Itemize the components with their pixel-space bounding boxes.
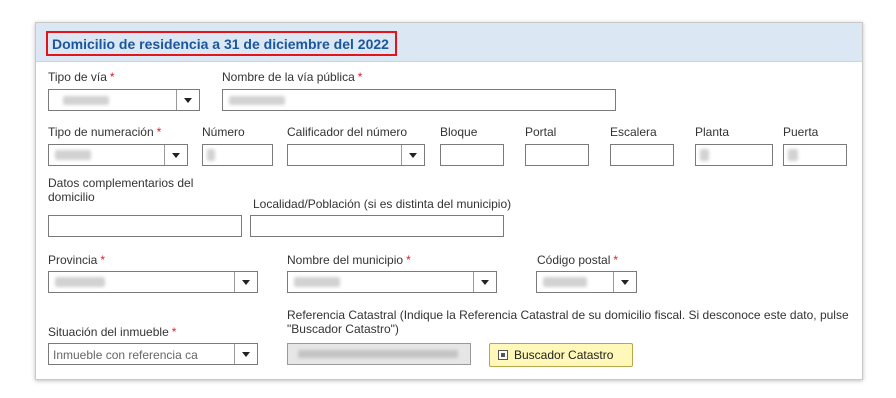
calificador-label: Calificador del número xyxy=(287,125,408,139)
datos-complementarios-input[interactable] xyxy=(48,215,242,237)
situacion-value: Inmueble con referencia ca xyxy=(53,348,198,362)
numero-input[interactable] xyxy=(202,144,273,166)
redacted-value xyxy=(63,96,109,105)
chevron-down-icon[interactable] xyxy=(234,344,257,364)
chevron-down-icon[interactable] xyxy=(176,90,199,110)
tipo-numeracion-label: Tipo de numeración * xyxy=(48,125,162,139)
redacted-value xyxy=(700,149,709,161)
localidad-label: Localidad/Población (si es distinta del … xyxy=(253,197,512,211)
escalera-input[interactable] xyxy=(610,144,674,166)
address-form-panel: Domicilio de residencia a 31 de diciembr… xyxy=(35,22,863,380)
tipo-via-label: Tipo de vía * xyxy=(48,70,115,84)
chevron-down-icon[interactable] xyxy=(473,272,496,292)
municipio-select[interactable] xyxy=(287,271,497,293)
situacion-label: Situación del inmueble * xyxy=(48,325,177,339)
redacted-value xyxy=(55,277,105,287)
planta-label: Planta xyxy=(695,125,730,139)
chevron-down-icon[interactable] xyxy=(164,145,187,165)
provincia-select[interactable] xyxy=(48,271,258,293)
codigo-postal-select[interactable] xyxy=(536,271,637,293)
section-title-highlight: Domicilio de residencia a 31 de diciembr… xyxy=(46,31,397,56)
escalera-label: Escalera xyxy=(610,125,657,139)
buscador-catastro-button[interactable]: Buscador Catastro xyxy=(489,343,633,367)
municipio-label: Nombre del municipio * xyxy=(287,253,411,267)
chevron-down-icon[interactable] xyxy=(401,145,424,165)
buscador-catastro-label: Buscador Catastro xyxy=(514,348,614,362)
planta-input[interactable] xyxy=(695,144,773,166)
puerta-label: Puerta xyxy=(783,125,819,139)
numero-label: Número xyxy=(202,125,245,139)
redacted-value xyxy=(298,350,458,358)
bloque-input[interactable] xyxy=(440,144,504,166)
redacted-value xyxy=(543,277,587,287)
tipo-numeracion-select[interactable] xyxy=(48,144,188,166)
chevron-down-icon[interactable] xyxy=(234,272,257,292)
localidad-input[interactable] xyxy=(250,215,504,237)
panel-header: Domicilio de residencia a 31 de diciembr… xyxy=(36,23,862,62)
tipo-via-select[interactable] xyxy=(48,89,200,111)
section-title: Domicilio de residencia a 31 de diciembr… xyxy=(52,35,389,52)
redacted-value xyxy=(207,149,215,161)
chevron-down-icon[interactable] xyxy=(613,272,636,292)
redacted-value xyxy=(294,277,340,287)
nombre-via-input[interactable] xyxy=(222,89,616,111)
portal-label: Portal xyxy=(525,125,557,139)
situacion-select[interactable]: Inmueble con referencia ca xyxy=(48,343,258,365)
redacted-value xyxy=(55,150,91,160)
search-catalog-icon xyxy=(498,350,508,360)
referencia-label: Referencia Catastral (Indique la Referen… xyxy=(287,308,849,336)
codigo-postal-label: Código postal * xyxy=(537,253,619,267)
provincia-label: Provincia * xyxy=(48,253,106,267)
bloque-label: Bloque xyxy=(440,125,478,139)
calificador-select[interactable] xyxy=(287,144,425,166)
puerta-input[interactable] xyxy=(783,144,847,166)
redacted-value xyxy=(788,149,798,161)
redacted-value xyxy=(229,96,285,105)
portal-input[interactable] xyxy=(525,144,589,166)
nombre-via-label: Nombre de la vía pública * xyxy=(222,70,363,84)
datos-complementarios-label: Datos complementarios del domicilio xyxy=(48,176,194,204)
referencia-input[interactable] xyxy=(287,343,471,365)
